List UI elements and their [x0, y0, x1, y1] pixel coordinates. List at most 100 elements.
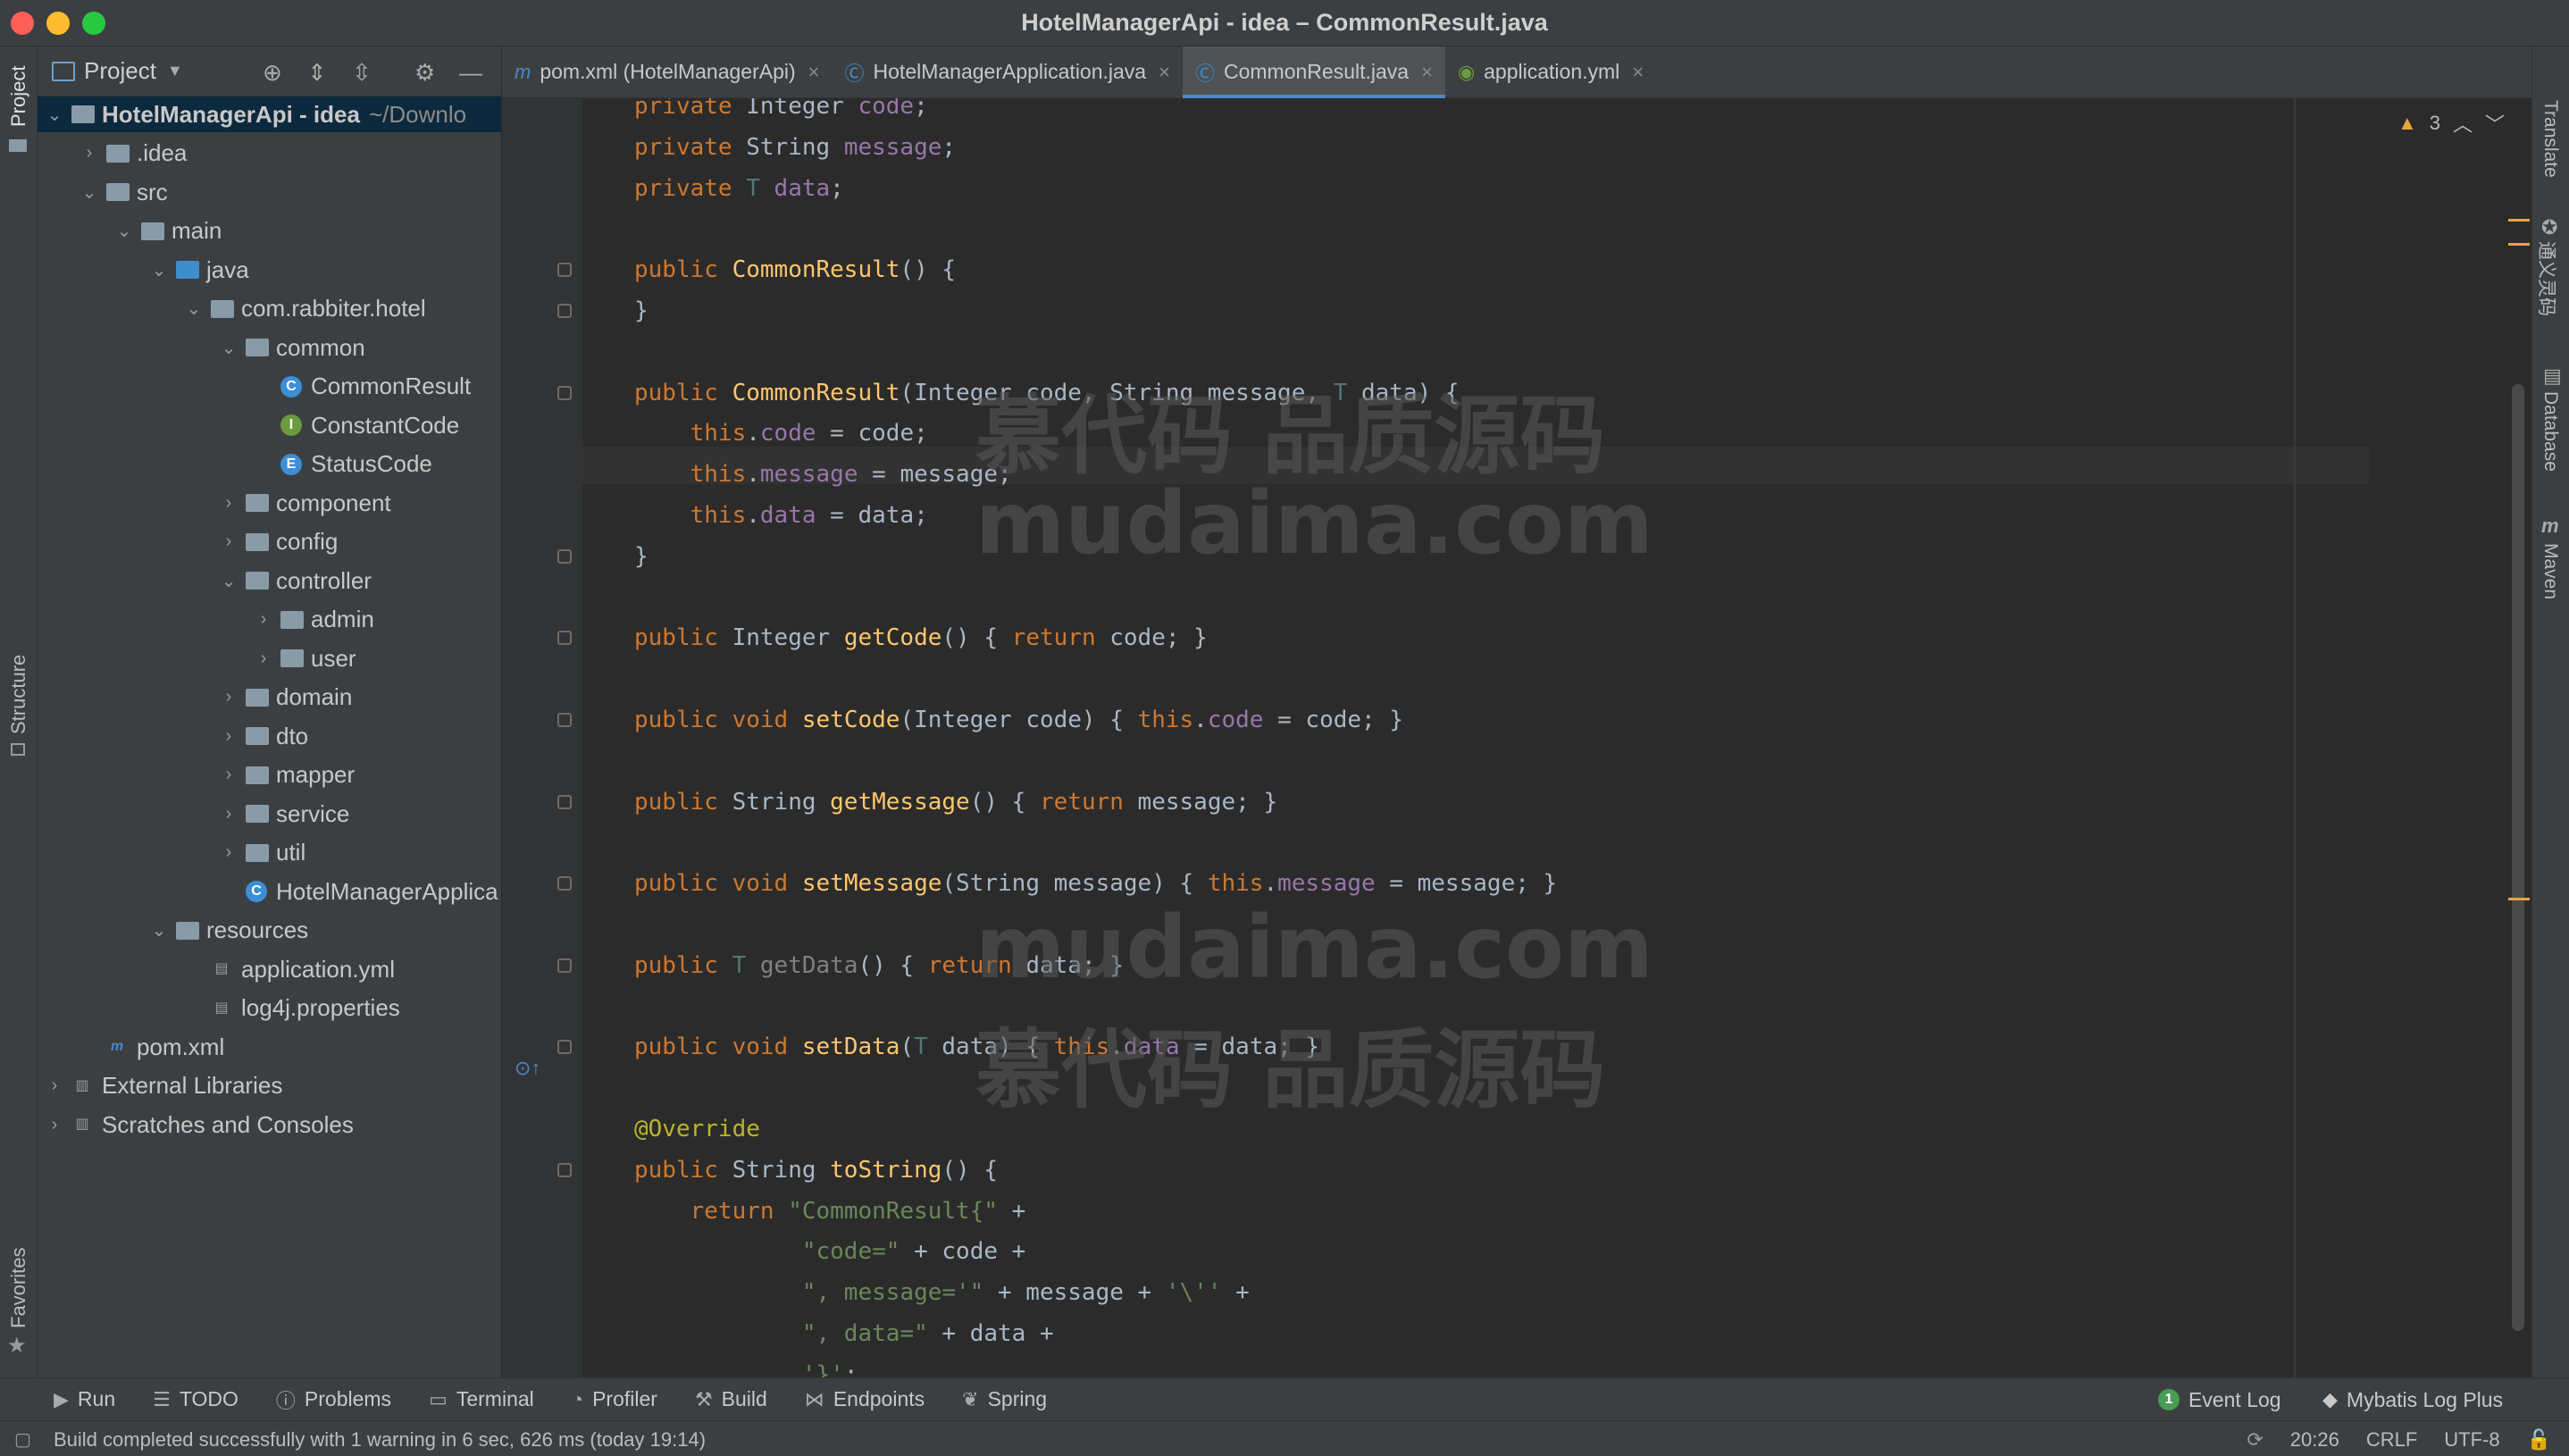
fold-icon[interactable]: [557, 876, 572, 891]
chevron-down-icon[interactable]: ⌄: [45, 104, 64, 126]
chevron-right-icon[interactable]: ›: [79, 143, 99, 163]
bottom-tool-profiler[interactable]: ◔ Profiler: [572, 1385, 657, 1414]
git-icon[interactable]: ⟳: [2247, 1428, 2263, 1452]
fold-icon[interactable]: [557, 794, 572, 809]
tree-item[interactable]: ⌄ resources: [38, 913, 501, 949]
tree-item[interactable]: ⌄ common: [38, 330, 501, 365]
chevron-down-icon[interactable]: ⌄: [219, 570, 238, 592]
event-log-button[interactable]: 1 Event Log: [2158, 1378, 2281, 1421]
chevron-down-icon[interactable]: ⌄: [114, 220, 134, 242]
tree-item[interactable]: › dto: [38, 718, 501, 754]
tree-item[interactable]: ⌄ main: [38, 213, 501, 249]
warning-marker[interactable]: [2508, 898, 2530, 900]
chevron-down-icon[interactable]: ⌄: [149, 259, 169, 281]
line-separator[interactable]: CRLF: [2366, 1428, 2417, 1452]
tree-item[interactable]: › domain: [38, 680, 501, 715]
editor-tab[interactable]: Ⓒ CommonResult.java ×: [1182, 46, 1445, 98]
mybatis-log-button[interactable]: ◆ Mybatis Log Plus: [2322, 1378, 2503, 1421]
tree-item[interactable]: ▤ application.yml: [38, 951, 501, 987]
tree-item[interactable]: › mapper: [38, 757, 501, 793]
chevron-right-icon[interactable]: ›: [219, 493, 238, 514]
tree-item[interactable]: › admin: [38, 602, 501, 638]
project-tool-tab[interactable]: Project: [7, 66, 30, 127]
project-view-selector[interactable]: Project: [84, 57, 156, 85]
inspection-widget[interactable]: ▲ 3 ︿ ﹀: [2397, 109, 2505, 138]
tongyi-tool-tab[interactable]: 通义灵码: [2534, 241, 2561, 316]
tree-item[interactable]: › ▥ Scratches and Consoles: [38, 1107, 501, 1142]
status-message[interactable]: Build completed successfully with 1 warn…: [54, 1428, 706, 1452]
override-gutter-icon[interactable]: ⊙↑: [515, 1057, 540, 1080]
previous-highlight-icon[interactable]: ︿: [2453, 109, 2473, 138]
chevron-down-icon[interactable]: ▼: [167, 62, 183, 80]
code-editor[interactable]: private Integer code; private String mess…: [502, 98, 2531, 1377]
chevron-right-icon[interactable]: ›: [219, 765, 238, 785]
fold-icon[interactable]: [557, 958, 572, 973]
file-encoding[interactable]: UTF-8: [2444, 1428, 2499, 1452]
tree-item[interactable]: › .idea: [38, 136, 501, 172]
tree-item[interactable]: › util: [38, 835, 501, 871]
close-icon[interactable]: ×: [1159, 61, 1170, 84]
fold-icon[interactable]: [557, 263, 572, 278]
tree-item[interactable]: ⌄ controller: [38, 563, 501, 598]
database-tool-tab[interactable]: Database: [2540, 391, 2561, 472]
chevron-right-icon[interactable]: ›: [219, 726, 238, 747]
tree-item[interactable]: › config: [38, 524, 501, 560]
bottom-tool-build[interactable]: ⚒ Build: [695, 1385, 767, 1414]
expand-all-icon[interactable]: ⇕: [307, 59, 327, 87]
chevron-right-icon[interactable]: ›: [219, 804, 238, 824]
tree-item[interactable]: ⌄ java: [38, 252, 501, 288]
fold-icon[interactable]: [557, 713, 572, 727]
translate-tool-tab[interactable]: Translate: [2540, 100, 2561, 178]
tree-item[interactable]: C HotelManagerApplica: [38, 874, 501, 909]
tree-item[interactable]: ⌄ src: [38, 174, 501, 210]
fold-icon[interactable]: [557, 1040, 572, 1055]
chevron-right-icon[interactable]: ›: [219, 531, 238, 552]
tree-item[interactable]: › component: [38, 485, 501, 521]
maven-tool-tab[interactable]: Maven: [2540, 543, 2561, 599]
tree-item[interactable]: C CommonResult: [38, 369, 501, 405]
tree-item[interactable]: ⌄ com.rabbiter.hotel: [38, 291, 501, 327]
chevron-down-icon[interactable]: ⌄: [219, 337, 238, 359]
locate-icon[interactable]: ⊕: [263, 59, 282, 87]
structure-tool-tab[interactable]: Structure: [7, 655, 30, 734]
tree-item[interactable]: m pom.xml: [38, 1029, 501, 1065]
tree-item[interactable]: E StatusCode: [38, 447, 501, 482]
chevron-down-icon[interactable]: ⌄: [79, 181, 99, 204]
tree-item[interactable]: › user: [38, 640, 501, 676]
tree-item[interactable]: › ▥ External Libraries: [38, 1068, 501, 1104]
warning-marker[interactable]: [2508, 219, 2530, 222]
close-icon[interactable]: ×: [1421, 61, 1433, 84]
toggle-panels-icon[interactable]: ▢: [14, 1428, 31, 1451]
bottom-tool-spring[interactable]: ❦ Spring: [962, 1385, 1047, 1414]
next-highlight-icon[interactable]: ﹀: [2485, 109, 2505, 138]
favorites-tool-tab[interactable]: Favorites: [7, 1248, 30, 1328]
fold-icon[interactable]: [557, 304, 572, 318]
chevron-right-icon[interactable]: ›: [254, 649, 273, 669]
bottom-tool-terminal[interactable]: ▭ Terminal: [429, 1385, 534, 1414]
fold-icon[interactable]: [557, 631, 572, 646]
chevron-right-icon[interactable]: ›: [254, 609, 273, 630]
gear-icon[interactable]: ⚙: [414, 59, 435, 87]
tree-item[interactable]: I ConstantCode: [38, 407, 501, 443]
editor-tab[interactable]: Ⓒ HotelManagerApplication.java ×: [833, 46, 1183, 98]
chevron-right-icon[interactable]: ›: [219, 842, 238, 863]
tree-item[interactable]: › service: [38, 796, 501, 832]
fold-icon[interactable]: [557, 1162, 572, 1177]
hide-panel-icon[interactable]: —: [459, 59, 482, 87]
close-icon[interactable]: ×: [1632, 61, 1644, 84]
editor-scrollbar[interactable]: [2512, 384, 2524, 1331]
collapse-all-icon[interactable]: ⇳: [352, 59, 372, 87]
bottom-tool-todo[interactable]: ☰ TODO: [153, 1385, 238, 1414]
chevron-down-icon[interactable]: ⌄: [184, 297, 204, 320]
chevron-right-icon[interactable]: ›: [45, 1115, 64, 1135]
fold-icon[interactable]: [557, 548, 572, 564]
close-icon[interactable]: ×: [808, 61, 820, 84]
chevron-right-icon[interactable]: ›: [45, 1075, 64, 1096]
bottom-tool-problems[interactable]: ⓘ Problems: [276, 1385, 391, 1414]
warning-marker[interactable]: [2508, 243, 2530, 246]
chevron-down-icon[interactable]: ⌄: [149, 919, 169, 941]
editor-tab[interactable]: ◉ application.yml ×: [1445, 46, 1656, 98]
tree-item[interactable]: ⌄ HotelManagerApi - idea ~/Downlo: [38, 96, 501, 132]
chevron-right-icon[interactable]: ›: [219, 687, 238, 707]
tree-item[interactable]: ▤ log4j.properties: [38, 991, 501, 1026]
